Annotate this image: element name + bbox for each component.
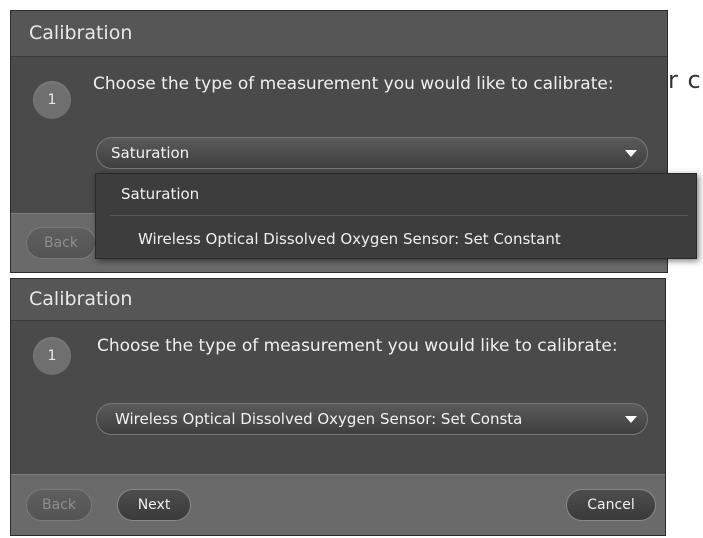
step-instruction: Choose the type of measurement you would… — [93, 74, 614, 94]
measurement-type-dropdown-list: Saturation Wireless Optical Dissolved Ox… — [95, 173, 697, 259]
step-number-badge: 1 — [33, 337, 71, 375]
select-value: Wireless Optical Dissolved Oxygen Sensor… — [115, 410, 523, 428]
dialog-title: Calibration — [11, 11, 667, 57]
chevron-down-icon — [625, 150, 637, 157]
dialog-title: Calibration — [11, 279, 665, 321]
calibration-dialog-selected: Calibration 1 Choose the type of measure… — [10, 278, 666, 536]
dropdown-option-saturation[interactable]: Saturation — [96, 174, 696, 214]
dialog-footer: Back Next Cancel — [11, 474, 665, 535]
measurement-type-select[interactable]: Saturation — [96, 137, 648, 169]
step-number-badge: 1 — [33, 81, 71, 119]
dropdown-option-wireless-optical-do[interactable]: Wireless Optical Dissolved Oxygen Sensor… — [96, 219, 696, 259]
next-button[interactable]: Next — [117, 489, 191, 521]
step-instruction: Choose the type of measurement you would… — [97, 336, 618, 356]
select-value: Saturation — [111, 144, 190, 162]
back-button[interactable]: Back — [26, 227, 96, 259]
dropdown-divider — [110, 215, 688, 216]
chevron-down-icon — [625, 416, 637, 423]
background-page-text: r c — [668, 66, 702, 94]
cancel-button[interactable]: Cancel — [566, 489, 656, 521]
back-button[interactable]: Back — [26, 489, 92, 521]
measurement-type-select[interactable]: Wireless Optical Dissolved Oxygen Sensor… — [96, 403, 648, 435]
